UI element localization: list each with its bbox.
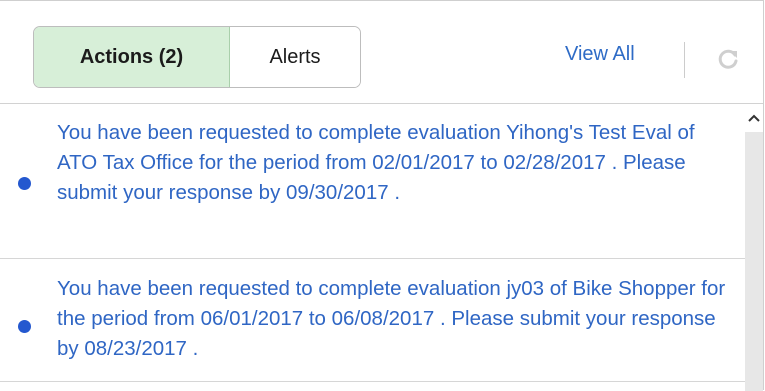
chevron-up-icon-svg: [748, 114, 760, 122]
list-item[interactable]: You have been requested to complete eval…: [0, 104, 745, 259]
header-divider: [684, 42, 685, 78]
unread-dot: [18, 177, 31, 190]
list-item[interactable]: You have been requested to complete eval…: [0, 259, 745, 382]
notifications-panel: Actions (2) Alerts View All You have bee…: [0, 0, 764, 391]
refresh-icon[interactable]: [716, 47, 740, 71]
scrollbar[interactable]: [745, 104, 763, 391]
tab-alerts[interactable]: Alerts: [230, 27, 360, 87]
scrollbar-thumb[interactable]: [745, 132, 763, 391]
notification-message[interactable]: You have been requested to complete eval…: [57, 118, 737, 208]
tab-actions[interactable]: Actions (2): [34, 27, 230, 87]
notification-list: You have been requested to complete eval…: [0, 104, 745, 391]
refresh-icon-svg: [718, 49, 738, 69]
view-all-link[interactable]: View All: [565, 43, 635, 66]
notification-message[interactable]: You have been requested to complete eval…: [57, 274, 737, 364]
tab-group: Actions (2) Alerts: [33, 26, 361, 88]
unread-dot: [18, 320, 31, 333]
panel-header: Actions (2) Alerts View All: [0, 1, 763, 104]
chevron-up-icon[interactable]: [748, 110, 760, 122]
